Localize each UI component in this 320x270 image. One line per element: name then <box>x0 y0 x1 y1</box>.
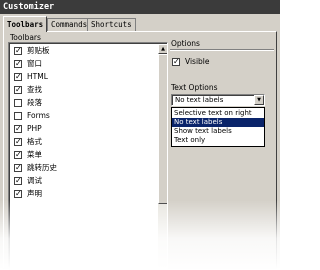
list-item[interactable]: ✓ PHP <box>14 123 154 135</box>
toolbars-list[interactable]: ✓ 剪贴板 ✓ 窗口 ✓ HTML ✓ 查找 段落 Forms ✓ PHP ✓ … <box>8 42 168 270</box>
list-item[interactable]: ✓ HTML <box>14 71 154 83</box>
list-item[interactable]: ✓ 声明 <box>14 188 154 200</box>
dropdown-option[interactable]: Text only <box>172 136 264 145</box>
tab-shortcuts[interactable]: Shortcuts <box>87 18 136 31</box>
list-item-label: 格式 <box>27 137 42 146</box>
check-icon: ✓ <box>15 85 22 94</box>
dropdown-option[interactable]: Show text labels <box>172 127 264 136</box>
list-item-label: 调试 <box>27 176 42 185</box>
check-icon: ✓ <box>15 163 22 172</box>
visible-label: Visible <box>185 57 210 66</box>
checkbox[interactable]: ✓ <box>14 163 22 172</box>
checkbox[interactable]: ✓ <box>14 59 22 68</box>
list-item-label: 菜单 <box>27 150 42 159</box>
list-item-label: 查找 <box>27 85 42 94</box>
list-item[interactable]: Forms <box>14 110 154 122</box>
list-item-label: Forms <box>27 111 50 120</box>
check-icon: ✓ <box>173 57 180 66</box>
checkbox[interactable]: ✓ <box>14 150 22 159</box>
list-item[interactable]: ✓ 跳转历史 <box>14 162 154 174</box>
check-icon: ✓ <box>15 150 22 159</box>
list-item-label: HTML <box>27 72 48 81</box>
tab-toolbars[interactable]: Toolbars <box>3 16 48 32</box>
text-options-value: No text labels <box>175 96 224 104</box>
list-item-label: 剪贴板 <box>27 46 50 55</box>
window-title: Customizer <box>0 0 280 14</box>
checkbox[interactable]: ✓ <box>14 46 22 55</box>
checkbox[interactable] <box>14 99 22 107</box>
options-divider <box>170 49 274 51</box>
check-icon: ✓ <box>15 46 22 55</box>
vertical-scrollbar[interactable]: ▲ <box>158 44 167 270</box>
tab-panel: Toolbars ✓ 剪贴板 ✓ 窗口 ✓ HTML ✓ 查找 段落 Forms… <box>3 31 277 270</box>
list-item[interactable]: ✓ 格式 <box>14 136 154 148</box>
list-item-label: 跳转历史 <box>27 163 57 172</box>
list-item-label: 段落 <box>27 98 42 107</box>
text-options-select[interactable]: No text labels ▼ <box>171 94 265 106</box>
list-item[interactable]: ✓ 剪贴板 <box>14 45 154 57</box>
checkbox[interactable]: ✓ <box>14 124 22 133</box>
checkbox[interactable]: ✓ <box>14 72 22 81</box>
chevron-down-icon[interactable]: ▼ <box>254 95 264 105</box>
list-item[interactable]: ✓ 菜单 <box>14 149 154 161</box>
check-icon: ✓ <box>15 124 22 133</box>
checkbox[interactable]: ✓ <box>14 176 22 185</box>
list-item-label: 窗口 <box>27 59 42 68</box>
dropdown-option[interactable]: Selective text on right <box>172 109 264 118</box>
checkbox[interactable] <box>14 112 22 120</box>
customizer-dialog: Toolbars Commands Shortcuts Toolbars ✓ 剪… <box>0 14 280 270</box>
scroll-thumb[interactable] <box>158 54 167 204</box>
check-icon: ✓ <box>15 137 22 146</box>
visible-option[interactable]: ✓ Visible <box>172 56 232 68</box>
tab-commands[interactable]: Commands <box>47 18 92 31</box>
visible-checkbox[interactable]: ✓ <box>172 57 180 66</box>
list-item-label: 声明 <box>27 189 42 198</box>
check-icon: ✓ <box>15 59 22 68</box>
check-icon: ✓ <box>15 189 22 198</box>
options-label: Options <box>171 39 200 48</box>
check-icon: ✓ <box>15 72 22 81</box>
text-options-label: Text Options <box>171 83 218 92</box>
list-item-label: PHP <box>27 124 42 133</box>
toolbars-label: Toolbars <box>10 33 41 42</box>
list-item[interactable]: ✓ 窗口 <box>14 58 154 70</box>
check-icon: ✓ <box>15 176 22 185</box>
dropdown-option-selected[interactable]: No text labels <box>172 118 264 127</box>
checkbox[interactable]: ✓ <box>14 137 22 146</box>
checkbox[interactable]: ✓ <box>14 85 22 94</box>
list-item[interactable]: ✓ 调试 <box>14 175 154 187</box>
list-item[interactable]: 段落 <box>14 97 154 109</box>
list-item[interactable]: ✓ 查找 <box>14 84 154 96</box>
checkbox[interactable]: ✓ <box>14 189 22 198</box>
scroll-up-icon[interactable]: ▲ <box>158 44 167 54</box>
text-options-dropdown-list[interactable]: Selective text on right No text labels S… <box>171 107 265 147</box>
